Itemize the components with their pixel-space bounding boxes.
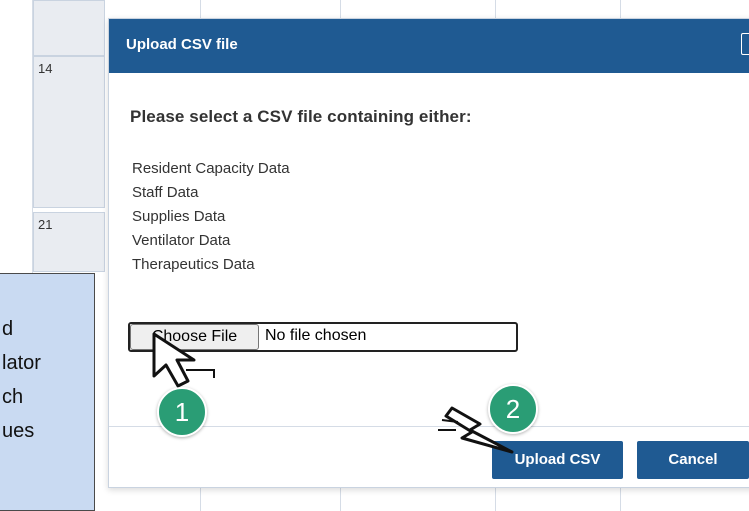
cancel-button[interactable]: Cancel <box>637 441 749 479</box>
step-badge-2: 2 <box>488 384 538 434</box>
callout-text: lator <box>2 352 41 374</box>
list-item: Staff Data <box>132 184 199 201</box>
list-item: Ventilator Data <box>132 232 231 249</box>
close-icon[interactable] <box>741 33 749 55</box>
pointer-arrow-icon <box>152 332 215 388</box>
dialog-header: Upload CSV file <box>109 19 749 73</box>
step-badge-1: 1 <box>157 387 207 437</box>
calendar-cell <box>33 0 105 56</box>
callout-text: ch <box>2 386 24 408</box>
callout-text: ues <box>2 420 35 442</box>
calendar-cell: 21 <box>33 212 105 272</box>
list-item: Therapeutics Data <box>132 256 255 273</box>
footer-divider <box>109 426 749 427</box>
file-status: No file chosen <box>265 327 367 344</box>
data-type-list: Resident Capacity Data Staff Data Suppli… <box>132 157 290 277</box>
calendar-cell: 14 <box>33 56 105 208</box>
calendar-day-number: 21 <box>38 217 53 232</box>
list-item: Supplies Data <box>132 208 226 225</box>
list-item: Resident Capacity Data <box>132 160 290 177</box>
dialog-prompt: Please select a CSV file containing eith… <box>130 107 472 126</box>
instruction-callout: d lator ch ues <box>0 273 95 511</box>
callout-text: d <box>2 318 14 340</box>
dialog-title: Upload CSV file <box>126 36 238 53</box>
calendar-day-number: 14 <box>38 61 53 76</box>
